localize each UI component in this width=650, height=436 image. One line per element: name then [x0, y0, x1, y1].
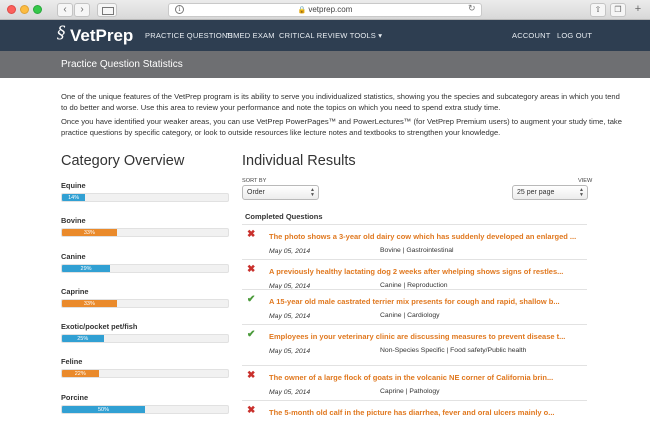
question-category: Non-Species Specific | Food safety/Publi…: [380, 347, 527, 354]
caret-down-icon: ▾: [378, 31, 383, 40]
category-progress-fill: 33%: [62, 300, 117, 307]
x-icon: ✖: [247, 229, 256, 240]
lock-icon: 🔒: [297, 7, 307, 14]
category-label: Exotic/pocket pet/fish: [61, 322, 138, 331]
result-row: ✖ The 5-month old calf in the picture has…: [242, 402, 587, 436]
category-progress-bar: 33%: [61, 299, 229, 308]
select-arrows-icon: ▲ ▼: [579, 187, 584, 198]
vetprep-logo-icon[interactable]: §: [57, 23, 66, 43]
maximize-window-button[interactable]: [33, 5, 42, 14]
question-date: May 05, 2014: [269, 248, 311, 255]
intro-paragraph-2: Once you have identified your weaker are…: [61, 117, 622, 137]
nav-timed-exam[interactable]: TIMED EXAM: [226, 31, 275, 40]
minimize-window-button[interactable]: [20, 5, 29, 14]
new-tab-icon[interactable]: +: [630, 3, 646, 17]
view-label: VIEW: [578, 178, 593, 184]
x-icon: ✖: [247, 264, 256, 275]
question-category: Bovine | Gastrointestinal: [380, 247, 454, 254]
category-label: Caprine: [61, 287, 89, 296]
check-icon: ✔: [247, 294, 256, 305]
url-text: vetprep.com: [308, 5, 353, 14]
category-progress-fill: 33%: [62, 229, 117, 236]
category-label: Equine: [61, 181, 86, 190]
result-row: ✔ A 15-year old male castrated terrier mi…: [242, 291, 587, 325]
result-row: ✔ Employees in your veterinary clinic are…: [242, 326, 587, 360]
row-divider: [242, 400, 587, 401]
category-item: Canine 29%: [61, 252, 229, 273]
category-progress-fill: 14%: [62, 194, 86, 201]
category-item: Equine 14%: [61, 181, 229, 202]
tabs-overview-icon[interactable]: ❐: [610, 3, 626, 17]
category-label: Porcine: [61, 393, 89, 402]
category-item: Porcine 50%: [61, 393, 229, 414]
category-item: Bovine 33%: [61, 216, 229, 237]
completed-questions-label: Completed Questions: [245, 212, 323, 221]
nav-practice-questions[interactable]: PRACTICE QUESTIONS: [145, 31, 233, 40]
question-link[interactable]: Employees in your veterinary clinic are …: [269, 332, 565, 341]
row-divider: [242, 224, 587, 225]
category-item: Exotic/pocket pet/fish 25%: [61, 322, 229, 343]
question-link[interactable]: The 5-month old calf in the picture has …: [269, 408, 555, 417]
intro-paragraph-1: One of the unique features of the VetPre…: [61, 92, 620, 112]
category-overview-heading: Category Overview: [61, 153, 185, 169]
category-label: Feline: [61, 357, 83, 366]
category-progress-fill: 29%: [62, 265, 111, 272]
forward-arrow-icon[interactable]: ›: [74, 3, 90, 17]
address-bar[interactable]: 🔒 vetprep.com: [168, 3, 482, 17]
category-progress-bar: 25%: [61, 334, 229, 343]
category-item: Feline 22%: [61, 357, 229, 378]
share-icon[interactable]: ⇧: [590, 3, 606, 17]
category-progress-bar: 14%: [61, 193, 229, 202]
row-divider: [242, 259, 587, 260]
question-category: Caprine | Pathology: [380, 388, 440, 395]
category-progress-fill: 25%: [62, 335, 104, 342]
question-date: May 05, 2014: [269, 348, 311, 355]
reload-icon[interactable]: ↻: [468, 3, 476, 14]
row-divider: [242, 289, 587, 290]
question-category: Canine | Cardiology: [380, 312, 440, 319]
row-divider: [242, 324, 587, 325]
question-date: May 05, 2014: [269, 313, 311, 320]
category-progress-bar: 29%: [61, 264, 229, 273]
x-icon: ✖: [247, 370, 256, 381]
category-label: Canine: [61, 252, 86, 261]
individual-results-heading: Individual Results: [242, 153, 356, 169]
sort-by-label: SORT BY: [242, 178, 267, 184]
question-date: May 05, 2014: [269, 389, 311, 396]
close-window-button[interactable]: [7, 5, 16, 14]
category-item: Caprine 33%: [61, 287, 229, 308]
category-label: Bovine: [61, 216, 86, 225]
category-progress-fill: 22%: [62, 370, 99, 377]
site-navbar: § VetPrep PRACTICE QUESTIONS TIMED EXAM …: [0, 20, 650, 51]
sort-by-select[interactable]: Order ▲ ▼: [242, 185, 319, 200]
view-per-page-select[interactable]: 25 per page ▲ ▼: [512, 185, 588, 200]
x-icon: ✖: [247, 405, 256, 416]
nav-account[interactable]: ACCOUNT: [512, 31, 550, 40]
site-logo[interactable]: VetPrep: [70, 26, 133, 46]
category-progress-bar: 33%: [61, 228, 229, 237]
result-row: ✖ The owner of a large flock of goats in …: [242, 367, 587, 401]
check-icon: ✔: [247, 329, 256, 340]
row-divider: [242, 365, 587, 366]
question-link[interactable]: The owner of a large flock of goats in t…: [269, 373, 553, 382]
question-link[interactable]: The photo shows a 3-year old dairy cow w…: [269, 232, 576, 241]
category-progress-bar: 22%: [61, 369, 229, 378]
sidebar-toggle-icon[interactable]: [97, 3, 117, 17]
nav-critical-review-tools[interactable]: CRITICAL REVIEW TOOLS ▾: [279, 31, 382, 40]
question-link[interactable]: A previously healthy lactating dog 2 wee…: [269, 267, 563, 276]
select-arrows-icon: ▲ ▼: [310, 187, 315, 198]
nav-logout[interactable]: LOG OUT: [557, 31, 592, 40]
page-title: Practice Question Statistics: [0, 51, 650, 78]
result-row: ✖ The photo shows a 3-year old dairy cow …: [242, 226, 587, 260]
back-arrow-icon[interactable]: ‹: [57, 3, 73, 17]
browser-toolbar: ‹ › 🔒 vetprep.com i ↻ ⇧ ❐ +: [0, 0, 650, 20]
info-icon[interactable]: i: [175, 5, 184, 14]
question-link[interactable]: A 15-year old male castrated terrier mix…: [269, 297, 560, 306]
